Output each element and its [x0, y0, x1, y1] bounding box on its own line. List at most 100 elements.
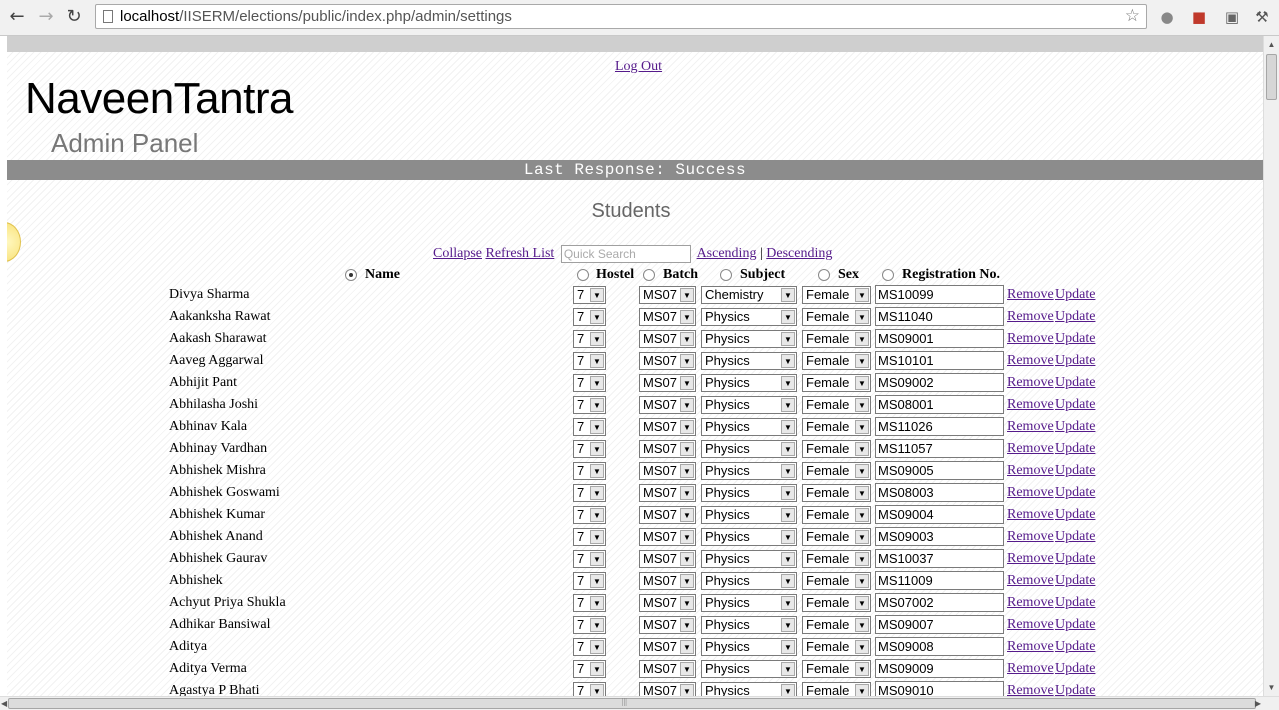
extension-book-icon[interactable]: ■ [1189, 7, 1209, 27]
globe-icon[interactable]: ● [1157, 7, 1177, 27]
hostel-select[interactable]: 7 ▼ [573, 616, 606, 634]
horizontal-scrollbar[interactable]: ◀ ||| ▶ [0, 696, 1279, 710]
hostel-select[interactable]: 7 ▼ [573, 594, 606, 612]
registration-input[interactable]: MS09007 [875, 615, 1004, 634]
remove-link[interactable]: Remove [1007, 595, 1054, 611]
update-link[interactable]: Update [1055, 419, 1095, 435]
scroll-left-icon[interactable]: ◀ [1, 697, 7, 710]
vertical-scroll-thumb[interactable] [1266, 54, 1277, 100]
batch-select[interactable]: MS07 ▼ [639, 308, 696, 326]
batch-select[interactable]: MS07 ▼ [639, 528, 696, 546]
subject-select[interactable]: Physics ▼ [701, 374, 797, 392]
descending-link[interactable]: Descending [766, 246, 832, 261]
remove-link[interactable]: Remove [1007, 485, 1054, 501]
subject-select[interactable]: Physics ▼ [701, 572, 797, 590]
update-link[interactable]: Update [1055, 485, 1095, 501]
registration-input[interactable]: MS08003 [875, 483, 1004, 502]
subject-select[interactable]: Physics ▼ [701, 352, 797, 370]
batch-select[interactable]: MS07 ▼ [639, 286, 696, 304]
remove-link[interactable]: Remove [1007, 683, 1054, 696]
remove-link[interactable]: Remove [1007, 331, 1054, 347]
remove-link[interactable]: Remove [1007, 551, 1054, 567]
batch-select[interactable]: MS07 ▼ [639, 418, 696, 436]
update-link[interactable]: Update [1055, 309, 1095, 325]
hostel-select[interactable]: 7 ▼ [573, 462, 606, 480]
quick-search-input[interactable]: Quick Search [560, 245, 691, 263]
subject-select[interactable]: Physics ▼ [701, 506, 797, 524]
reload-icon[interactable]: ↻ [63, 6, 85, 28]
update-link[interactable]: Update [1055, 617, 1095, 633]
sort-radio-sex[interactable] [818, 269, 830, 281]
remove-link[interactable]: Remove [1007, 375, 1054, 391]
subject-select[interactable]: Physics ▼ [701, 594, 797, 612]
hostel-select[interactable]: 7 ▼ [573, 440, 606, 458]
subject-select[interactable]: Physics ▼ [701, 638, 797, 656]
batch-select[interactable]: MS07 ▼ [639, 396, 696, 414]
batch-select[interactable]: MS07 ▼ [639, 682, 696, 696]
update-link[interactable]: Update [1055, 441, 1095, 457]
sex-select[interactable]: Female ▼ [802, 418, 871, 436]
remove-link[interactable]: Remove [1007, 573, 1054, 589]
hostel-select[interactable]: 7 ▼ [573, 286, 606, 304]
hostel-select[interactable]: 7 ▼ [573, 506, 606, 524]
remove-link[interactable]: Remove [1007, 507, 1054, 523]
batch-select[interactable]: MS07 ▼ [639, 594, 696, 612]
hostel-select[interactable]: 7 ▼ [573, 550, 606, 568]
remove-link[interactable]: Remove [1007, 463, 1054, 479]
sort-radio-batch[interactable] [643, 269, 655, 281]
batch-select[interactable]: MS07 ▼ [639, 638, 696, 656]
remove-link[interactable]: Remove [1007, 309, 1054, 325]
sex-select[interactable]: Female ▼ [802, 594, 871, 612]
subject-select[interactable]: Physics ▼ [701, 308, 797, 326]
sex-select[interactable]: Female ▼ [802, 330, 871, 348]
update-link[interactable]: Update [1055, 595, 1095, 611]
sex-select[interactable]: Female ▼ [802, 572, 871, 590]
scroll-up-icon[interactable]: ▲ [1265, 38, 1278, 51]
sex-select[interactable]: Female ▼ [802, 462, 871, 480]
update-link[interactable]: Update [1055, 463, 1095, 479]
batch-select[interactable]: MS07 ▼ [639, 374, 696, 392]
update-link[interactable]: Update [1055, 287, 1095, 303]
sort-radio-name[interactable] [345, 269, 357, 281]
subject-select[interactable]: Physics ▼ [701, 682, 797, 696]
sex-select[interactable]: Female ▼ [802, 550, 871, 568]
sex-select[interactable]: Female ▼ [802, 660, 871, 678]
logout-link[interactable]: Log Out [615, 59, 662, 75]
scroll-down-icon[interactable]: ▼ [1265, 681, 1278, 694]
sex-select[interactable]: Female ▼ [802, 286, 871, 304]
remove-link[interactable]: Remove [1007, 639, 1054, 655]
back-arrow-icon[interactable]: ← [6, 6, 28, 28]
hostel-select[interactable]: 7 ▼ [573, 484, 606, 502]
batch-select[interactable]: MS07 ▼ [639, 484, 696, 502]
hostel-select[interactable]: 7 ▼ [573, 330, 606, 348]
registration-input[interactable]: MS09009 [875, 659, 1004, 678]
bookmark-star-icon[interactable]: ☆ [1125, 6, 1140, 26]
batch-select[interactable]: MS07 ▼ [639, 462, 696, 480]
batch-select[interactable]: MS07 ▼ [639, 506, 696, 524]
batch-select[interactable]: MS07 ▼ [639, 440, 696, 458]
registration-input[interactable]: MS07002 [875, 593, 1004, 612]
remove-link[interactable]: Remove [1007, 441, 1054, 457]
subject-select[interactable]: Physics ▼ [701, 418, 797, 436]
sort-radio-hostel[interactable] [577, 269, 589, 281]
wrench-icon[interactable]: ⚒ [1252, 7, 1272, 27]
subject-select[interactable]: Physics ▼ [701, 550, 797, 568]
registration-input[interactable]: MS11057 [875, 439, 1004, 458]
sex-select[interactable]: Female ▼ [802, 506, 871, 524]
batch-select[interactable]: MS07 ▼ [639, 352, 696, 370]
sex-select[interactable]: Female ▼ [802, 682, 871, 696]
sex-select[interactable]: Female ▼ [802, 484, 871, 502]
remove-link[interactable]: Remove [1007, 617, 1054, 633]
registration-input[interactable]: MS11009 [875, 571, 1004, 590]
hostel-select[interactable]: 7 ▼ [573, 374, 606, 392]
hostel-select[interactable]: 7 ▼ [573, 638, 606, 656]
registration-input[interactable]: MS09003 [875, 527, 1004, 546]
hostel-select[interactable]: 7 ▼ [573, 352, 606, 370]
update-link[interactable]: Update [1055, 331, 1095, 347]
hostel-select[interactable]: 7 ▼ [573, 660, 606, 678]
remove-link[interactable]: Remove [1007, 529, 1054, 545]
sex-select[interactable]: Female ▼ [802, 352, 871, 370]
batch-select[interactable]: MS07 ▼ [639, 572, 696, 590]
update-link[interactable]: Update [1055, 375, 1095, 391]
collapse-link[interactable]: Collapse [433, 246, 482, 261]
